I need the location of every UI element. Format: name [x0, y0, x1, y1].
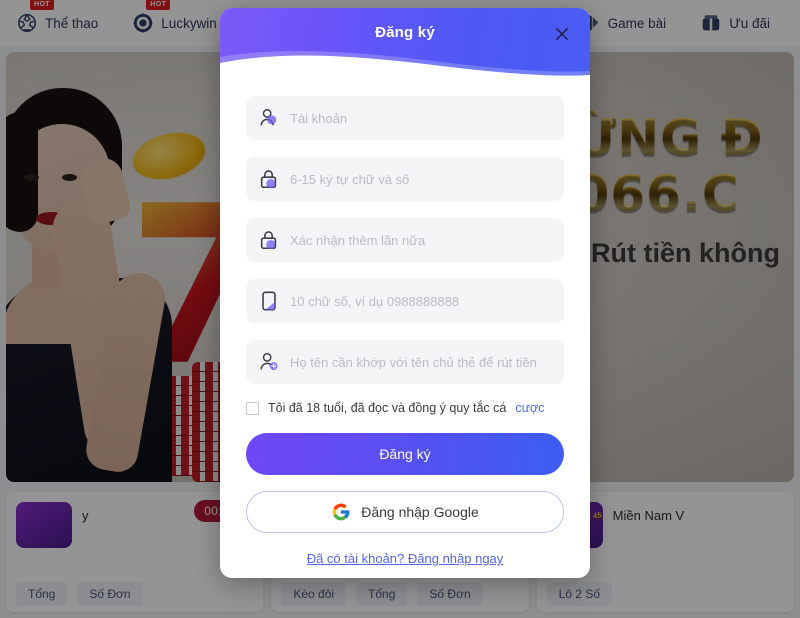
modal-title: Đăng ký: [375, 24, 435, 41]
password-input[interactable]: [290, 157, 552, 201]
goto-login-link[interactable]: Đã có tài khoản? Đăng nhập ngay: [246, 551, 564, 566]
user-icon: [258, 107, 280, 129]
field-password-confirm[interactable]: [246, 218, 564, 262]
lock-icon: [258, 168, 280, 190]
google-icon: [331, 502, 351, 522]
age-agreement-row: Tôi đã 18 tuổi, đã đọc và đồng ý quy tắc…: [246, 401, 564, 415]
modal-header: Đăng ký: [220, 8, 590, 81]
close-icon[interactable]: [548, 20, 576, 48]
field-password[interactable]: [246, 157, 564, 201]
phone-icon: [258, 290, 280, 312]
field-fullname[interactable]: [246, 340, 564, 384]
agreement-checkbox[interactable]: [246, 401, 259, 415]
google-login-button[interactable]: Đăng nhập Google: [246, 491, 564, 533]
field-account[interactable]: [246, 96, 564, 140]
account-input[interactable]: [290, 96, 552, 140]
agreement-terms-link[interactable]: cược: [515, 401, 544, 415]
user-add-icon: [258, 351, 280, 373]
agreement-text: Tôi đã 18 tuổi, đã đọc và đồng ý quy tắc…: [268, 401, 507, 415]
fullname-input[interactable]: [290, 340, 552, 384]
header-wave-decoration: [220, 50, 590, 81]
modal-body: Tôi đã 18 tuổi, đã đọc và đồng ý quy tắc…: [220, 80, 590, 566]
register-submit-button[interactable]: Đăng ký: [246, 433, 564, 475]
field-phone[interactable]: [246, 279, 564, 323]
phone-input[interactable]: [290, 279, 552, 323]
google-login-label: Đăng nhập Google: [361, 504, 479, 520]
register-modal: Đăng ký Tài khoản 10 chữ số, ví dụ 09888…: [220, 8, 590, 578]
password-confirm-input[interactable]: [290, 218, 552, 262]
lock-icon: [258, 229, 280, 251]
